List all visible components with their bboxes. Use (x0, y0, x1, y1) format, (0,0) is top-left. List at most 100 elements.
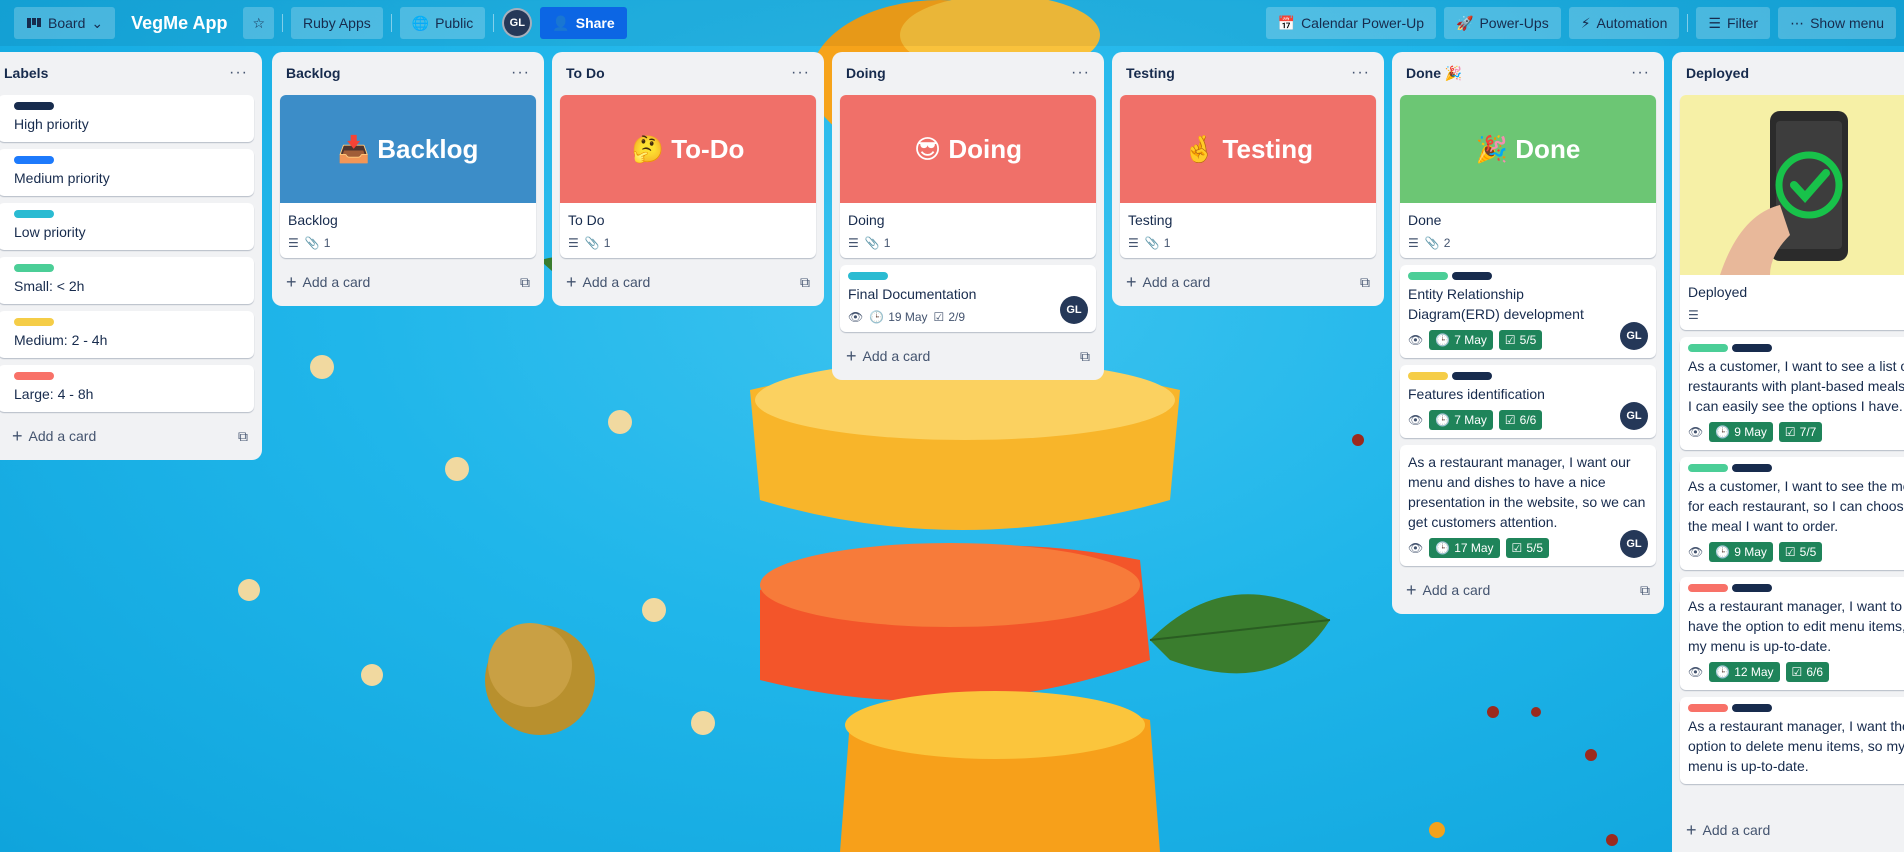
add-card-button[interactable]: + Add a card ⧉ (840, 340, 1096, 372)
list-menu-button[interactable]: ··· (791, 64, 810, 82)
list-menu-button[interactable]: ··· (511, 64, 530, 82)
clock-icon: 🕒 (1715, 545, 1731, 559)
card-title: As a restaurant manager, I want to have … (1688, 598, 1904, 654)
checklist-count: 6/6 (1806, 665, 1823, 679)
divider (390, 14, 392, 32)
list-title[interactable]: Done 🎉 (1406, 65, 1462, 82)
list-item[interactable]: As a customer, I want to see a list of r… (1680, 337, 1904, 450)
add-card-button[interactable]: + Add a card ⧉ (280, 266, 536, 298)
checklist-count: 6/6 (1519, 413, 1537, 427)
template-icon[interactable]: ⧉ (238, 428, 248, 445)
board-header: Board ⌄ VegMe App ☆ Ruby Apps 🌐 Public G… (0, 0, 1904, 46)
eye-icon: 👁 (1408, 541, 1424, 555)
list-item[interactable]: Features identification 👁 🕒 7 May ☑ 6/6 GL (1400, 365, 1656, 438)
list-title[interactable]: Deployed (1686, 65, 1749, 81)
avatar[interactable]: GL (1060, 296, 1088, 324)
list-item[interactable]: Large: 4 - 8h (0, 365, 254, 412)
card-title: High priority (14, 116, 89, 132)
attachment-count: 2 (1443, 236, 1451, 250)
checklist-count: 2/9 (948, 310, 965, 324)
list-item[interactable]: 🎉 Done Done ☰ 📎 2 (1400, 95, 1656, 258)
list-item[interactable]: 🤔 To-Do To Do ☰ 📎 1 (560, 95, 816, 258)
list-title[interactable]: To Do (566, 65, 605, 81)
template-icon[interactable]: ⧉ (1080, 348, 1090, 365)
list-item[interactable]: Small: < 2h (0, 257, 254, 304)
list-item[interactable]: High priority (0, 95, 254, 142)
label-bar (1688, 464, 1728, 472)
list-item[interactable]: Medium priority (0, 149, 254, 196)
list-item[interactable]: Final Documentation 👁 🕒 19 May ☑ 2/9 GL (840, 265, 1096, 332)
add-card-button[interactable]: + Add a card ⧉ (560, 266, 816, 298)
list-item[interactable]: 🤞 Testing Testing ☰ 📎 1 (1120, 95, 1376, 258)
list-item[interactable]: Deployed ☰ (1680, 95, 1904, 330)
visibility-label: Public (435, 15, 474, 31)
clock-icon: 🕒 (1435, 541, 1451, 555)
description-icon: ☰ (848, 236, 859, 250)
attachment-count: 1 (1163, 236, 1171, 250)
avatar[interactable]: GL (1620, 322, 1648, 350)
share-button[interactable]: 👤 Share (540, 7, 627, 39)
eye-icon: 👁 (1688, 425, 1704, 439)
list-menu-button[interactable]: ··· (1071, 64, 1090, 82)
list-item[interactable]: 📥 Backlog Backlog ☰ 📎 1 (280, 95, 536, 258)
list-item[interactable]: As a restaurant manager, I want the opti… (1680, 697, 1904, 784)
label-bar (1732, 344, 1772, 352)
clock-icon: 🕒 (1715, 425, 1731, 439)
checklist-count: 7/7 (1799, 425, 1817, 439)
ellipsis-icon: ⋯ (1790, 14, 1805, 31)
template-icon[interactable]: ⧉ (520, 274, 530, 291)
list-item[interactable]: As a customer, I want to see the menu fo… (1680, 457, 1904, 570)
avatar[interactable]: GL (502, 8, 533, 38)
board-title[interactable]: VegMe App (123, 13, 235, 34)
list-title[interactable]: Doing (846, 65, 886, 81)
avatar[interactable]: GL (1620, 402, 1648, 430)
add-card-label: Add a card (862, 348, 931, 364)
add-card-button[interactable]: + Add a card ⧉ (1400, 574, 1656, 606)
label-bar (848, 272, 888, 280)
calendar-powerup-button[interactable]: 📅 Calendar Power-Up (1265, 7, 1437, 39)
list-menu-button[interactable]: ··· (1351, 64, 1370, 82)
list-title[interactable]: Labels (4, 65, 48, 81)
list-doing: Doing ··· 😎 Doing Doing ☰ 📎 1 Final Docum… (832, 52, 1104, 380)
list-item[interactable]: As a restaurant manager, I want our menu… (1400, 445, 1656, 566)
paperclip-icon: 📎 (304, 236, 320, 250)
list-item[interactable]: Entity Relationship Diagram(ERD) develop… (1400, 265, 1656, 358)
filter-button[interactable]: ☰ Filter (1696, 7, 1771, 39)
list-item[interactable]: Medium: 2 - 4h (0, 311, 254, 358)
card-title: Final Documentation (848, 286, 977, 302)
avatar[interactable]: GL (1620, 530, 1648, 558)
list-menu-button[interactable]: ··· (229, 64, 248, 82)
checklist-icon: ☑ (1784, 425, 1796, 439)
automation-button[interactable]: ⚡ Automation (1568, 7, 1680, 39)
list-title[interactable]: Backlog (286, 65, 340, 81)
board-view-switcher[interactable]: Board ⌄ (14, 7, 116, 39)
list-done: Done 🎉 ··· 🎉 Done Done ☰ 📎 2 Entity Relat… (1392, 52, 1664, 614)
visibility-button[interactable]: 🌐 Public (399, 7, 486, 39)
label-bar (14, 318, 54, 326)
template-icon[interactable]: ⧉ (1640, 582, 1650, 599)
attachment-count: 1 (603, 236, 611, 250)
attachment-count: 1 (883, 236, 891, 250)
divider (1687, 14, 1689, 32)
list-todo: To Do ··· 🤔 To-Do To Do ☰ 📎 1 + Add a card… (552, 52, 824, 306)
workspace-button[interactable]: Ruby Apps (291, 7, 383, 39)
star-button[interactable]: ☆ (243, 7, 275, 39)
list-backlog: Backlog ··· 📥 Backlog Backlog ☰ 📎 1 + Add … (272, 52, 544, 306)
add-card-button[interactable]: + Add a card ⧉ (1120, 266, 1376, 298)
list-item[interactable]: Low priority (0, 203, 254, 250)
list-menu-button[interactable]: ··· (1631, 64, 1650, 82)
plus-icon: + (12, 426, 23, 446)
add-card-label: Add a card (1702, 822, 1771, 838)
powerups-button[interactable]: 🚀 Power-Ups (1444, 7, 1561, 39)
card-cover: 🎉 Done (1400, 95, 1656, 203)
show-menu-button[interactable]: ⋯ Show menu (1778, 7, 1896, 39)
label-bar (1732, 584, 1772, 592)
list-item[interactable]: 😎 Doing Doing ☰ 📎 1 (840, 95, 1096, 258)
list-item[interactable]: As a restaurant manager, I want to have … (1680, 577, 1904, 690)
add-card-button[interactable]: + Add a card ⧉ (0, 420, 254, 452)
list-title[interactable]: Testing (1126, 65, 1175, 81)
clock-icon: 🕒 (869, 310, 885, 324)
add-card-button[interactable]: + Add a card (1680, 814, 1904, 846)
template-icon[interactable]: ⧉ (1360, 274, 1370, 291)
template-icon[interactable]: ⧉ (800, 274, 810, 291)
